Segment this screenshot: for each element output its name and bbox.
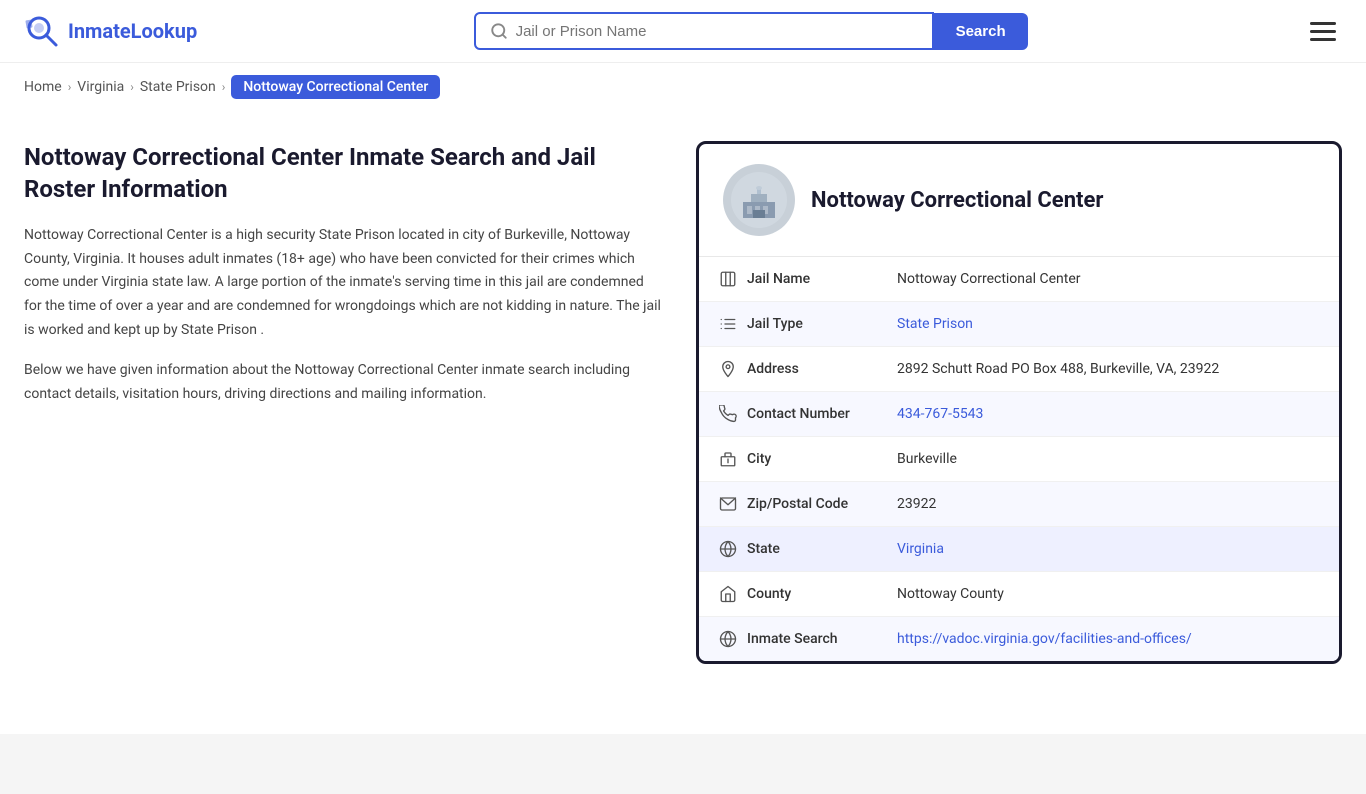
list-icon [719,315,747,333]
table-row: Jail Name Nottoway Correctional Center [699,257,1339,302]
county-icon [719,585,747,603]
globe-icon [719,540,747,558]
search-input-wrapper [474,12,934,50]
hamburger-line-3 [1310,38,1336,41]
label-contact: Contact Number [747,406,897,422]
facility-image [723,164,795,236]
facility-card-title: Nottoway Correctional Center [811,188,1103,213]
value-jail-name: Nottoway Correctional Center [897,271,1319,287]
table-row: Inmate Search https://vadoc.virginia.gov… [699,617,1339,661]
label-state: State [747,541,897,557]
search-input[interactable] [516,23,918,40]
value-contact: 434-767-5543 [897,406,1319,422]
label-jail-type: Jail Type [747,316,897,332]
location-icon [719,360,747,378]
search-icon [490,22,508,40]
footer-bar [0,734,1366,794]
value-jail-type: State Prison [897,316,1319,332]
value-inmate-search: https://vadoc.virginia.gov/facilities-an… [897,631,1319,647]
breadcrumb-home[interactable]: Home [24,79,62,95]
hamburger-line-1 [1310,22,1336,25]
city-icon [719,450,747,468]
value-state: Virginia [897,541,1319,557]
value-zip: 23922 [897,496,1319,512]
menu-hamburger[interactable] [1304,16,1342,47]
logo-text: InmateLookup [68,19,197,43]
description-paragraph-1: Nottoway Correctional Center is a high s… [24,224,664,343]
description-paragraph-2: Below we have given information about th… [24,359,664,407]
state-link[interactable]: Virginia [897,541,944,557]
breadcrumb: Home › Virginia › State Prison › Nottowa… [0,63,1366,111]
search-button[interactable]: Search [934,13,1028,50]
facility-building-icon [731,172,787,228]
contact-link[interactable]: 434-767-5543 [897,406,983,422]
hamburger-line-2 [1310,30,1336,33]
table-row: Jail Type State Prison [699,302,1339,347]
facility-card: Nottoway Correctional Center Jail Name N… [696,141,1342,664]
inmate-search-link[interactable]: https://vadoc.virginia.gov/facilities-an… [897,631,1192,647]
mail-icon [719,495,747,513]
chevron-icon-2: › [130,80,134,94]
right-panel: Nottoway Correctional Center Jail Name N… [696,141,1342,664]
main-content: Nottoway Correctional Center Inmate Sear… [0,111,1366,694]
table-row: Contact Number 434-767-5543 [699,392,1339,437]
table-row: Zip/Postal Code 23922 [699,482,1339,527]
table-row: State Virginia [699,527,1339,572]
left-panel: Nottoway Correctional Center Inmate Sear… [24,141,664,664]
jail-type-link[interactable]: State Prison [897,316,973,332]
search-area: Search [474,12,1028,50]
value-county: Nottoway County [897,586,1319,602]
label-city: City [747,451,897,467]
label-address: Address [747,361,897,377]
phone-icon [719,405,747,423]
search-globe-icon [719,630,747,648]
jail-icon [719,270,747,288]
label-county: County [747,586,897,602]
facility-card-header: Nottoway Correctional Center [699,144,1339,257]
breadcrumb-state-prison[interactable]: State Prison [140,79,216,95]
breadcrumb-virginia[interactable]: Virginia [77,79,124,95]
chevron-icon-1: › [68,80,72,94]
logo-icon [24,13,60,49]
table-row: County Nottoway County [699,572,1339,617]
value-address: 2892 Schutt Road PO Box 488, Burkeville,… [897,361,1319,377]
chevron-icon-3: › [222,80,226,94]
site-logo[interactable]: InmateLookup [24,13,197,49]
site-header: InmateLookup Search [0,0,1366,63]
facility-info-table: Jail Name Nottoway Correctional Center J… [699,257,1339,661]
value-city: Burkeville [897,451,1319,467]
label-inmate-search: Inmate Search [747,631,897,647]
page-title: Nottoway Correctional Center Inmate Sear… [24,141,664,206]
breadcrumb-active: Nottoway Correctional Center [231,75,440,99]
label-zip: Zip/Postal Code [747,496,897,512]
label-jail-name: Jail Name [747,271,897,287]
table-row: Address 2892 Schutt Road PO Box 488, Bur… [699,347,1339,392]
table-row: City Burkeville [699,437,1339,482]
